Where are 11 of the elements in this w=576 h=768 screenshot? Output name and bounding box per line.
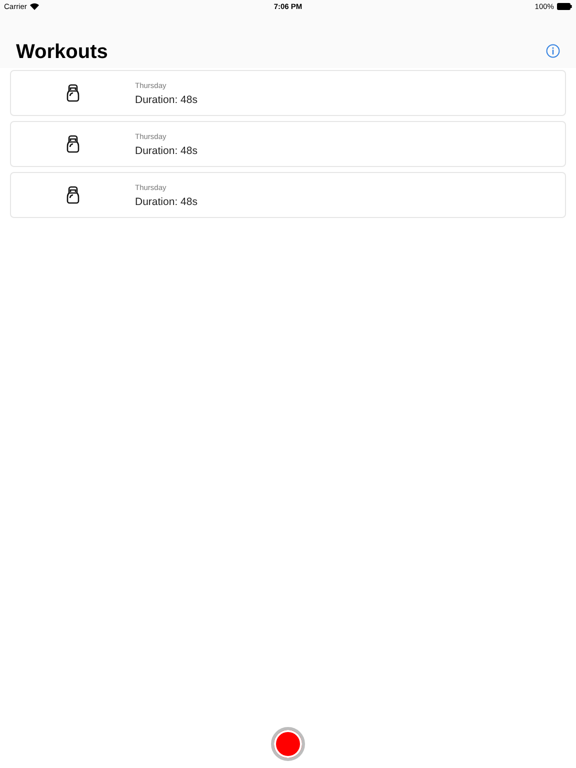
battery-icon: [556, 2, 572, 10]
info-icon[interactable]: [546, 44, 560, 58]
record-button[interactable]: [271, 727, 305, 761]
wifi-icon: [30, 2, 39, 10]
page-title: Workouts: [16, 41, 108, 64]
kettlebell-icon: [66, 186, 80, 204]
workout-duration: Duration: 48s: [135, 94, 198, 106]
kettlebell-icon: [66, 135, 80, 153]
workout-duration: Duration: 48s: [135, 196, 198, 208]
kettlebell-icon: [66, 84, 80, 102]
workout-duration: Duration: 48s: [135, 144, 198, 156]
